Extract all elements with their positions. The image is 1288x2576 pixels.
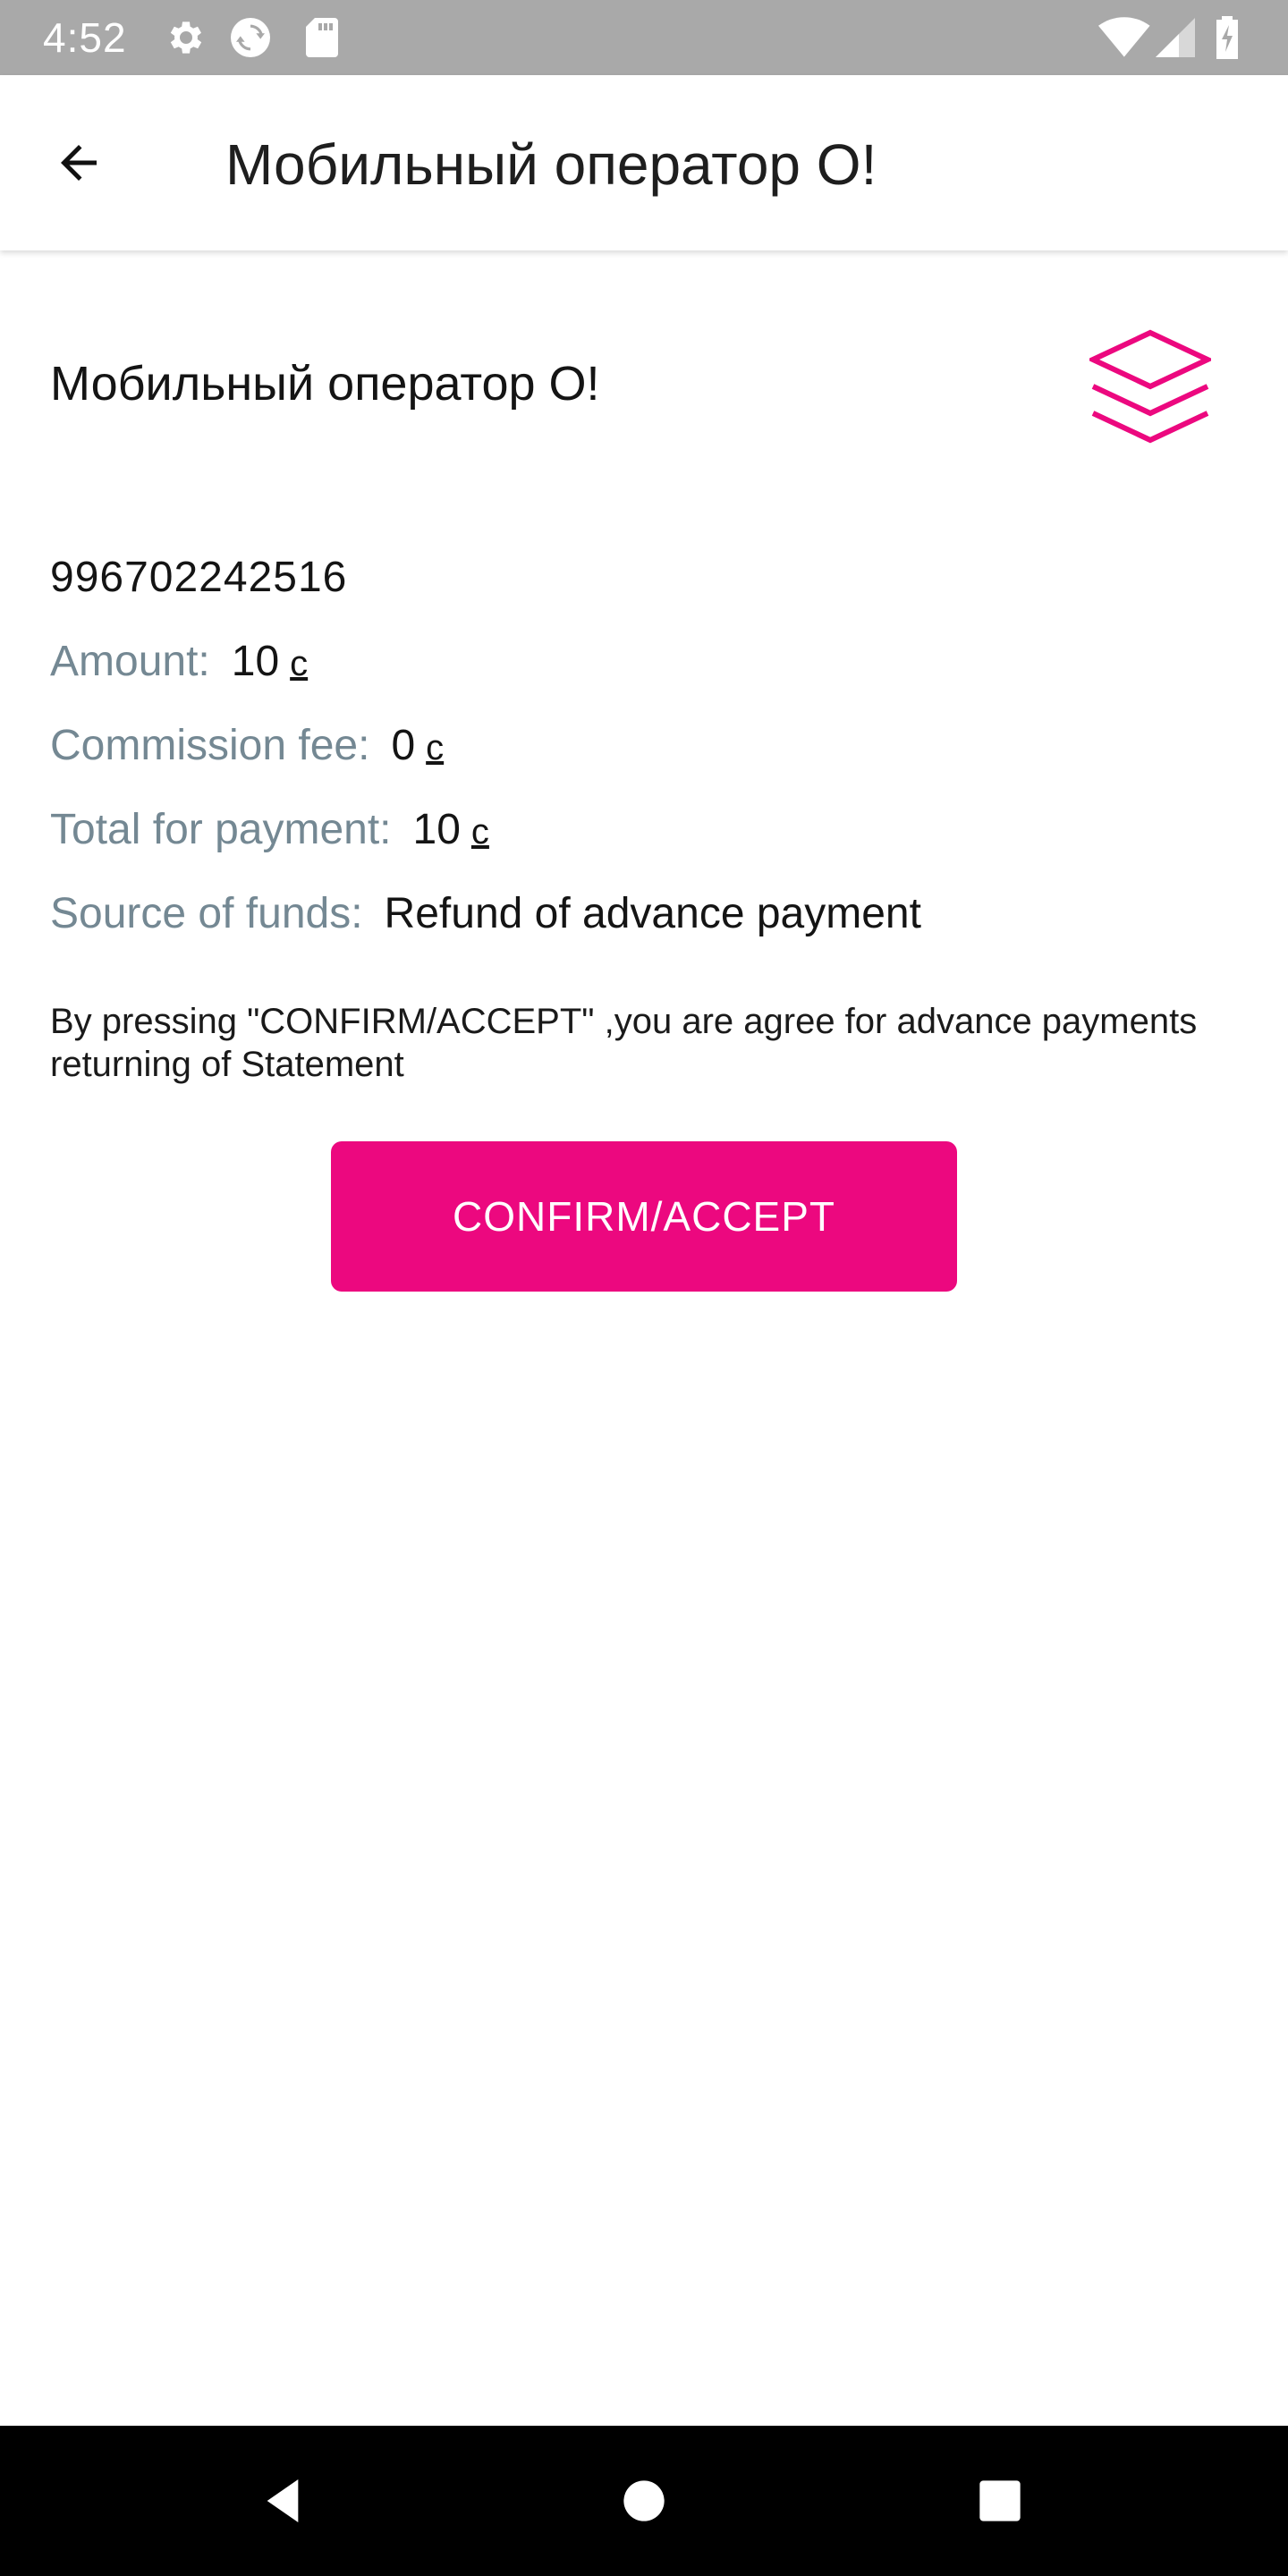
nav-recents-icon[interactable] — [964, 2465, 1036, 2537]
commission-fee-label: Commission fee: — [50, 722, 370, 769]
amount-value: 10 — [231, 638, 280, 685]
layers-icon — [1086, 329, 1215, 445]
confirm-accept-button[interactable]: CONFIRM/ACCEPT — [331, 1141, 957, 1292]
total-currency: с — [470, 812, 489, 852]
page-title: Мобильный оператор О! — [225, 132, 877, 197]
amount-row: Amount: 10 с — [50, 635, 308, 691]
agreement-text: By pressing "CONFIRM/ACCEPT" ,you are ag… — [50, 1002, 1198, 1084]
battery-icon — [1215, 16, 1243, 59]
source-of-funds-row: Source of funds: Refund of advance paymen… — [50, 887, 921, 941]
signal-icon — [1154, 16, 1197, 59]
app-bar: Мобильный оператор О! — [0, 75, 1288, 250]
payment-confirmation-screen: 4:52 Мобильный оператор О! Мобильный опе… — [0, 0, 1288, 2576]
commission-fee-value: 0 — [391, 722, 416, 769]
commission-fee-row: Commission fee: 0 с — [50, 719, 444, 775]
amount-label: Amount: — [50, 638, 210, 685]
operator-name: Мобильный оператор О! — [50, 357, 600, 411]
commission-fee-currency: с — [426, 728, 445, 767]
system-nav-bar — [0, 2426, 1288, 2576]
source-of-funds-label: Source of funds: — [50, 890, 363, 937]
arrow-back-icon — [61, 145, 97, 181]
source-of-funds-value: Refund of advance payment — [384, 890, 921, 937]
sync-icon — [229, 16, 283, 59]
gear-icon — [165, 16, 208, 59]
amount-currency: с — [290, 644, 309, 683]
total-row: Total for payment: 10 с — [50, 803, 489, 859]
total-value: 10 — [412, 806, 461, 853]
sd-card-icon — [304, 16, 342, 59]
phone-number: 996702242516 — [50, 554, 348, 601]
status-time: 4:52 — [43, 14, 127, 61]
nav-back-icon[interactable] — [250, 2465, 322, 2537]
total-label: Total for payment: — [50, 806, 392, 853]
status-bar: 4:52 — [0, 0, 1288, 75]
back-button[interactable] — [36, 120, 122, 206]
wifi-icon — [1098, 16, 1150, 59]
nav-home-icon[interactable] — [608, 2465, 680, 2537]
